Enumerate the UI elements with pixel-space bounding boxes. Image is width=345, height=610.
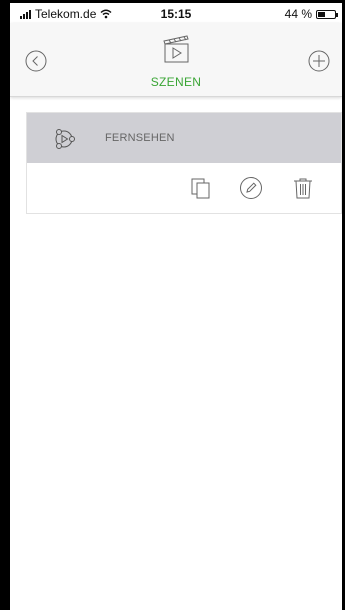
scene-play-icon xyxy=(55,129,75,149)
back-button[interactable] xyxy=(25,50,47,72)
scene-name: FERNSEHEN xyxy=(105,132,175,144)
add-button[interactable] xyxy=(308,50,330,72)
device-frame-left xyxy=(0,0,10,610)
battery-percent: 44 % xyxy=(284,7,312,21)
scene-card: FERNSEHEN xyxy=(26,112,342,214)
battery-icon xyxy=(316,9,338,19)
page-title: SZENEN xyxy=(150,75,202,89)
trash-icon[interactable] xyxy=(291,176,315,200)
pencil-icon[interactable] xyxy=(239,176,263,200)
navigation-bar: SZENEN xyxy=(10,23,342,97)
scene-row[interactable]: FERNSEHEN xyxy=(27,113,341,163)
scene-actions xyxy=(27,163,341,213)
status-right: 44 % xyxy=(284,7,338,21)
status-bar: Telekom.de 15:15 44 % xyxy=(10,3,342,23)
copy-icon[interactable] xyxy=(189,176,213,200)
clapperboard-play-icon xyxy=(163,35,189,63)
